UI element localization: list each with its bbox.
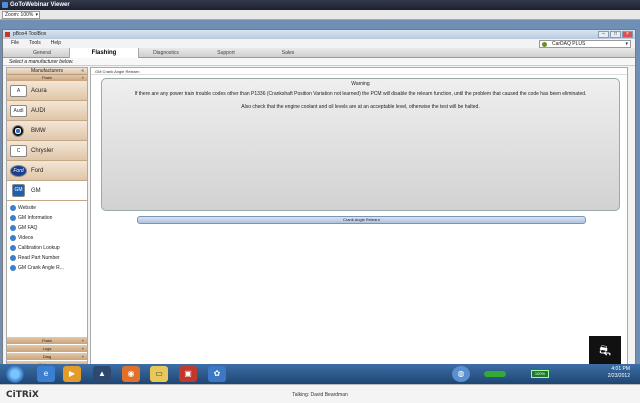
firefox-icon[interactable]: ◉	[122, 366, 140, 382]
acura-logo-icon: A	[10, 85, 27, 97]
globe-icon	[10, 215, 16, 221]
screen: GoToWebinar Viewer Zoom: 100% ▾ pBox4 To…	[0, 0, 640, 403]
gm-links: Website GM Information GM FAQ Videos Cal…	[7, 201, 87, 273]
link-calibration-lookup[interactable]: Calibration Lookup	[10, 243, 87, 253]
maximize-button[interactable]: □	[610, 31, 621, 38]
talking-indicator: Talking: David Beardman	[292, 392, 348, 398]
tab-diagnostics[interactable]: Diagnostics	[141, 48, 191, 58]
warning-box: Warning If there are any power train tro…	[101, 78, 620, 211]
content-panel: GM Crank Angle Relearn Warning If there …	[90, 67, 628, 374]
menubar: File Tools Help CarDAQ PLUS ▾	[3, 39, 635, 48]
warning-text-2: Also check that the engine coolant and o…	[241, 104, 480, 110]
app-icon[interactable]: ▲	[93, 366, 111, 382]
link-read-part-number[interactable]: Read Part Number	[10, 253, 87, 263]
manufacturer-sidebar: Manufacturers « Flash ˄ A Acura Audi AUD…	[6, 67, 88, 374]
ford-logo-icon: Ford	[10, 165, 27, 177]
content-header: GM Crank Angle Relearn	[91, 68, 627, 75]
menu-tools[interactable]: Tools	[29, 39, 41, 48]
device-value: CarDAQ PLUS	[552, 41, 586, 47]
presenter-logo-icon: ⛐	[589, 336, 621, 364]
window-controls: – □ ×	[598, 31, 633, 38]
chevron-down-icon: ▾	[35, 12, 38, 18]
collapse-icon: «	[81, 68, 84, 74]
device-icon	[542, 42, 547, 47]
manufacturer-acura[interactable]: A Acura	[7, 81, 87, 101]
manufacturer-audi[interactable]: Audi AUDI	[7, 101, 87, 121]
taskbar: e ▶ ▲ ◉ ▭ ▣ ✿ ◍ 100% 4:01 PM 2/23/2012	[0, 364, 640, 384]
globe-icon	[10, 245, 16, 251]
section-diag[interactable]: Diag ˅	[7, 353, 87, 360]
globe-icon	[10, 205, 16, 211]
clock-date: 2/23/2012	[607, 373, 630, 379]
link-gm-information[interactable]: GM Information	[10, 213, 87, 223]
gotowebinar-icon	[2, 2, 8, 8]
device-select[interactable]: CarDAQ PLUS ▾	[539, 40, 631, 48]
zoom-value: Zoom: 100%	[5, 12, 34, 18]
start-button[interactable]	[6, 365, 24, 383]
bmw-logo-icon	[12, 125, 24, 137]
sidebar-header[interactable]: Manufacturers «	[7, 68, 87, 75]
chevron-down-icon: ˅	[81, 346, 84, 351]
warning-title: Warning	[351, 81, 370, 87]
audi-logo-icon: Audi	[10, 105, 27, 117]
tab-support[interactable]: Support	[201, 48, 251, 58]
manufacturer-chrysler[interactable]: C Chrysler	[7, 141, 87, 161]
crank-angle-relearn-button[interactable]: Crank Angle Relearn	[137, 216, 586, 224]
tab-bar: General Flashing Diagnostics Support Sal…	[3, 48, 635, 58]
zoom-select[interactable]: Zoom: 100% ▾	[2, 11, 40, 19]
link-videos[interactable]: Videos	[10, 233, 87, 243]
section-flash[interactable]: Flash ˅	[7, 337, 87, 344]
video-icon	[10, 235, 16, 241]
viewer-titlebar: GoToWebinar Viewer	[0, 0, 640, 10]
tab-sales[interactable]: Sales	[263, 48, 313, 58]
remote-desktop: pBox4 ToolBox – □ × File Tools Help CarD…	[0, 20, 640, 385]
instruction-text: Select a manufacturer below.	[3, 58, 635, 66]
manufacturer-gm[interactable]: GM GM	[7, 181, 87, 201]
status-pill-icon	[484, 371, 506, 377]
menu-file[interactable]: File	[11, 39, 19, 48]
minimize-button[interactable]: –	[598, 31, 609, 38]
app-titlebar: pBox4 ToolBox – □ ×	[3, 30, 635, 39]
viewer-toolbar: Zoom: 100% ▾	[0, 10, 640, 20]
viewer-title: GoToWebinar Viewer	[10, 2, 70, 8]
section-logs[interactable]: Logs ˅	[7, 345, 87, 352]
chrysler-logo-icon: C	[10, 145, 27, 157]
folder-icon[interactable]: ▭	[150, 366, 168, 382]
wrench-icon	[10, 265, 16, 271]
menu-help[interactable]: Help	[51, 39, 61, 48]
gm-logo-icon: GM	[12, 184, 25, 197]
tab-flashing[interactable]: Flashing	[69, 48, 139, 58]
manufacturer-ford[interactable]: Ford Ford	[7, 161, 87, 181]
chevron-down-icon: ▾	[625, 41, 628, 47]
close-button[interactable]: ×	[622, 31, 633, 38]
link-gm-crank-angle[interactable]: GM Crank Angle R...	[10, 263, 87, 273]
warning-text: If there are any power train trouble cod…	[134, 91, 587, 97]
manufacturer-bmw[interactable]: BMW	[7, 121, 87, 141]
ie-icon[interactable]: e	[37, 366, 55, 382]
tab-general[interactable]: General	[17, 48, 67, 58]
link-website[interactable]: Website	[10, 203, 87, 213]
clock-time: 4:01 PM	[611, 366, 630, 372]
link-gm-faq[interactable]: GM FAQ	[10, 223, 87, 233]
citrix-footer: CiTRiX Talking: David Beardman	[0, 384, 640, 403]
media-player-icon[interactable]: ▶	[63, 366, 81, 382]
network-icon[interactable]: ◍	[452, 366, 470, 382]
toolbox-task-icon[interactable]: ▣	[179, 366, 197, 382]
chevron-down-icon: ˅	[81, 354, 84, 359]
part-icon	[10, 255, 16, 261]
globe-icon	[10, 225, 16, 231]
status-badge: 100%	[531, 370, 549, 378]
app-icon	[5, 32, 10, 37]
clock[interactable]: 4:01 PM 2/23/2012	[608, 366, 630, 380]
gotowebinar-task-icon[interactable]: ✿	[208, 366, 226, 382]
chevron-down-icon: ˅	[81, 338, 84, 343]
app-title: pBox4 ToolBox	[13, 31, 47, 37]
